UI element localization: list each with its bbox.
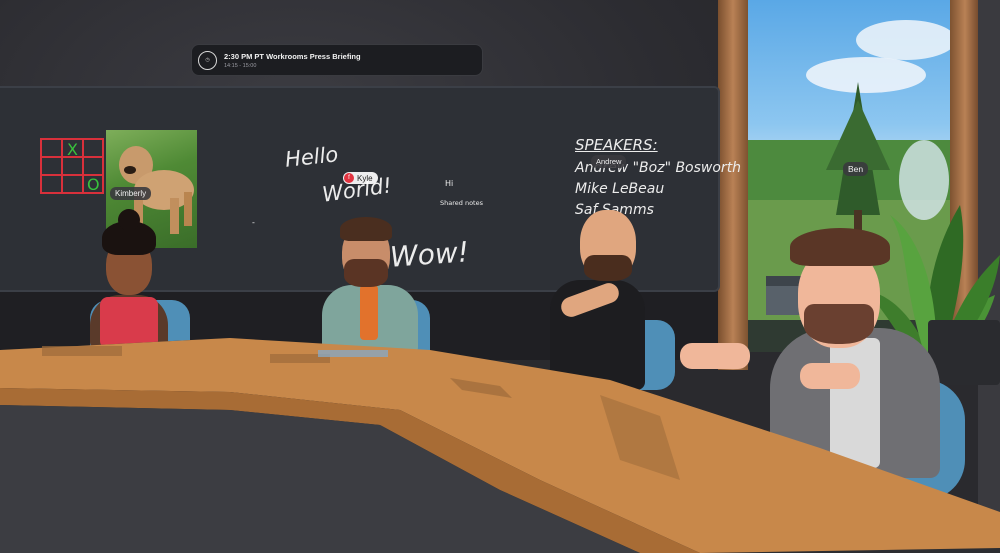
nametag-kimberly: Kimberly [110, 187, 152, 200]
note-dash: - [252, 218, 255, 227]
ttt-x-mark: X [67, 140, 78, 159]
meeting-banner[interactable]: ◷ 2:30 PM PT Workrooms Press Briefing 14… [191, 44, 483, 76]
ttt-o-mark: O [87, 175, 100, 194]
nametag-ben: Ben [843, 162, 869, 176]
meeting-title: 2:30 PM PT Workrooms Press Briefing [224, 51, 361, 61]
tic-tac-toe-board[interactable]: X O [40, 138, 104, 194]
speaker-name: Mike LeBeau [575, 181, 665, 197]
clock-icon: ◷ [198, 50, 217, 70]
workroom-scene: ◷ 2:30 PM PT Workrooms Press Briefing 14… [0, 0, 1000, 553]
speakers-heading: SPEAKERS: [575, 136, 658, 154]
nametag-andrew: Andrew [591, 155, 627, 168]
note-hi: Hi [445, 179, 454, 188]
note-shared-notes: Shared notes [440, 199, 483, 207]
collaborator-cursor-kyle: f Kyle [343, 172, 378, 184]
meeting-time: 14:15 - 15:00 [224, 62, 257, 69]
facebook-icon: f [344, 173, 354, 183]
speakers-list: SPEAKERS: Andrew "Boz" Bosworth Mike LeB… [575, 136, 741, 221]
conference-table [0, 338, 1000, 553]
cursor-name: Kyle [357, 173, 373, 183]
